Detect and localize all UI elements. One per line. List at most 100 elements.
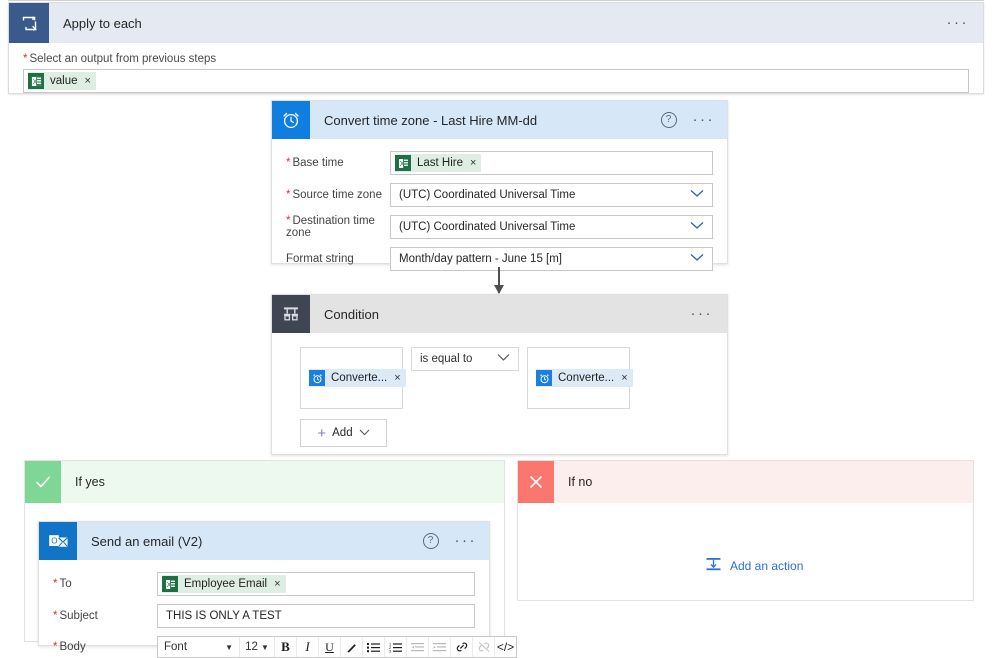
branch-if-yes[interactable]: If yes O Send an email (V2) ? ··· * To X… bbox=[24, 460, 517, 658]
flow-designer-canvas: Apply to each ··· * Select an output from… bbox=[0, 0, 999, 658]
add-an-action-label: Add an action bbox=[730, 559, 804, 573]
font-size-select[interactable]: 12 ▼ bbox=[240, 637, 275, 657]
email-subject-value: THIS IS ONLY A TEST bbox=[166, 610, 282, 622]
token-converted-time-right-label: Converte... bbox=[558, 372, 615, 384]
convert-time-zone-header[interactable]: Convert time zone - Last Hire MM-dd ? ··… bbox=[272, 101, 727, 139]
send-email-body: * To X Employee Email × * Subject THIS I… bbox=[39, 560, 517, 658]
connector-arrow bbox=[498, 267, 500, 293]
unlink-icon[interactable] bbox=[473, 637, 495, 657]
token-converted-time-left[interactable]: Converte... × bbox=[309, 369, 406, 387]
base-time-input[interactable]: X Last Hire × bbox=[390, 151, 713, 175]
convert-time-zone-more-button[interactable]: ··· bbox=[693, 112, 716, 127]
decrease-indent-icon[interactable] bbox=[407, 637, 429, 657]
send-email-card[interactable]: O Send an email (V2) ? ··· * To X Employ… bbox=[38, 521, 517, 658]
required-marker: * bbox=[53, 641, 58, 653]
email-body-label: * Body bbox=[53, 641, 86, 653]
email-to-label: * To bbox=[53, 578, 72, 590]
link-icon[interactable] bbox=[451, 637, 473, 657]
clock-icon bbox=[536, 370, 552, 386]
send-email-more-button[interactable]: ··· bbox=[455, 533, 478, 548]
remove-token-button[interactable]: × bbox=[85, 75, 91, 87]
code-view-icon[interactable]: </> bbox=[495, 637, 516, 657]
token-converted-time-left-label: Converte... bbox=[331, 372, 388, 384]
source-time-zone-select[interactable]: (UTC) Coordinated Universal Time bbox=[390, 183, 713, 207]
token-converted-time-right[interactable]: Converte... × bbox=[536, 369, 633, 387]
loop-icon bbox=[9, 3, 49, 43]
condition-operator-select[interactable]: is equal to bbox=[411, 347, 519, 371]
remove-token-button[interactable]: × bbox=[394, 372, 400, 384]
required-marker: * bbox=[23, 53, 28, 65]
token-value-label: value bbox=[50, 75, 78, 87]
token-last-hire[interactable]: X Last Hire × bbox=[395, 154, 482, 172]
format-string-label: Format string bbox=[286, 253, 354, 265]
branch-if-no[interactable]: If no Add an action bbox=[517, 460, 974, 601]
chevron-down-icon[interactable] bbox=[497, 354, 510, 365]
font-size-value: 12 bbox=[245, 641, 258, 653]
text-color-icon[interactable] bbox=[341, 637, 363, 657]
condition-header[interactable]: Condition ··· bbox=[272, 295, 727, 333]
condition-add-button[interactable]: + Add bbox=[300, 419, 387, 447]
convert-time-zone-title: Convert time zone - Last Hire MM-dd bbox=[324, 112, 538, 128]
condition-operator-value: is equal to bbox=[420, 353, 473, 365]
condition-card[interactable]: Condition ··· Converte... × is equal to … bbox=[271, 294, 728, 455]
svg-text:X: X bbox=[399, 161, 404, 168]
apply-to-each-body: *Select an output from previous steps X bbox=[9, 43, 983, 93]
email-subject-label: * Subject bbox=[53, 610, 98, 622]
chevron-down-icon[interactable] bbox=[359, 427, 370, 439]
email-to-input[interactable]: X Employee Email × bbox=[157, 572, 475, 596]
destination-time-zone-select[interactable]: (UTC) Coordinated Universal Time bbox=[390, 215, 713, 239]
clock-icon bbox=[309, 370, 325, 386]
svg-text:O: O bbox=[51, 536, 57, 545]
chevron-down-icon: ▼ bbox=[260, 642, 269, 652]
token-value[interactable]: X value × bbox=[28, 72, 96, 90]
italic-icon[interactable]: I bbox=[297, 637, 319, 657]
add-an-action-button[interactable]: Add an action bbox=[705, 556, 803, 576]
help-icon[interactable]: ? bbox=[660, 112, 677, 128]
chevron-down-icon[interactable] bbox=[690, 189, 704, 201]
branch-if-no-header: If no bbox=[518, 461, 973, 503]
convert-time-zone-card[interactable]: Convert time zone - Last Hire MM-dd ? ··… bbox=[271, 100, 728, 271]
clock-icon bbox=[272, 101, 310, 139]
select-output-input[interactable]: X value × bbox=[23, 69, 969, 93]
token-last-hire-label: Last Hire bbox=[417, 157, 464, 169]
bold-icon[interactable]: B bbox=[275, 637, 297, 657]
underline-icon[interactable]: U bbox=[319, 637, 341, 657]
send-email-header[interactable]: O Send an email (V2) ? ··· bbox=[39, 522, 489, 560]
condition-expression-row: Converte... × is equal to Converte... × bbox=[272, 333, 727, 409]
font-family-select[interactable]: Font ▼ bbox=[158, 637, 240, 657]
remove-token-button[interactable]: × bbox=[274, 578, 280, 590]
branch-if-no-title: If no bbox=[568, 475, 593, 489]
token-employee-email[interactable]: X Employee Email × bbox=[162, 575, 286, 593]
apply-to-each-more-button[interactable]: ··· bbox=[947, 15, 970, 30]
email-subject-input[interactable]: THIS IS ONLY A TEST bbox=[157, 604, 475, 628]
token-employee-email-label: Employee Email bbox=[184, 578, 268, 590]
apply-to-each-card[interactable]: Apply to each ··· * Select an output from… bbox=[8, 2, 984, 94]
required-marker: * bbox=[53, 610, 58, 622]
condition-more-button[interactable]: ··· bbox=[691, 306, 714, 321]
apply-to-each-header[interactable]: Apply to each ··· bbox=[9, 3, 983, 43]
branch-if-yes-header: If yes bbox=[25, 461, 504, 503]
svg-text:X: X bbox=[166, 582, 171, 589]
send-email-title: Send an email (V2) bbox=[91, 533, 203, 549]
chevron-down-icon[interactable] bbox=[690, 253, 704, 265]
condition-left-operand[interactable]: Converte... × bbox=[300, 347, 406, 409]
numbered-list-icon[interactable]: 1 2 3 bbox=[385, 637, 407, 657]
required-marker: * bbox=[286, 189, 291, 201]
bulleted-list-icon[interactable] bbox=[363, 637, 385, 657]
required-marker: * bbox=[286, 157, 291, 169]
convert-time-zone-body: * Base time X Last Hire × * Source time … bbox=[272, 139, 727, 285]
outlook-icon: O bbox=[39, 522, 77, 560]
source-time-zone-label: * Source time zone bbox=[286, 189, 382, 201]
font-family-value: Font bbox=[164, 641, 188, 653]
format-string-select[interactable]: Month/day pattern - June 15 [m] bbox=[390, 247, 713, 271]
help-icon[interactable]: ? bbox=[422, 533, 439, 549]
remove-token-button[interactable]: × bbox=[470, 157, 476, 169]
base-time-label: * Base time bbox=[286, 157, 344, 169]
plus-icon: + bbox=[317, 424, 327, 442]
required-marker: * bbox=[286, 215, 291, 227]
email-to-row: * To X Employee Email × bbox=[53, 572, 475, 596]
increase-indent-icon[interactable] bbox=[429, 637, 451, 657]
chevron-down-icon[interactable] bbox=[690, 221, 704, 233]
condition-right-operand[interactable]: Converte... × bbox=[527, 347, 633, 409]
remove-token-button[interactable]: × bbox=[621, 372, 627, 384]
